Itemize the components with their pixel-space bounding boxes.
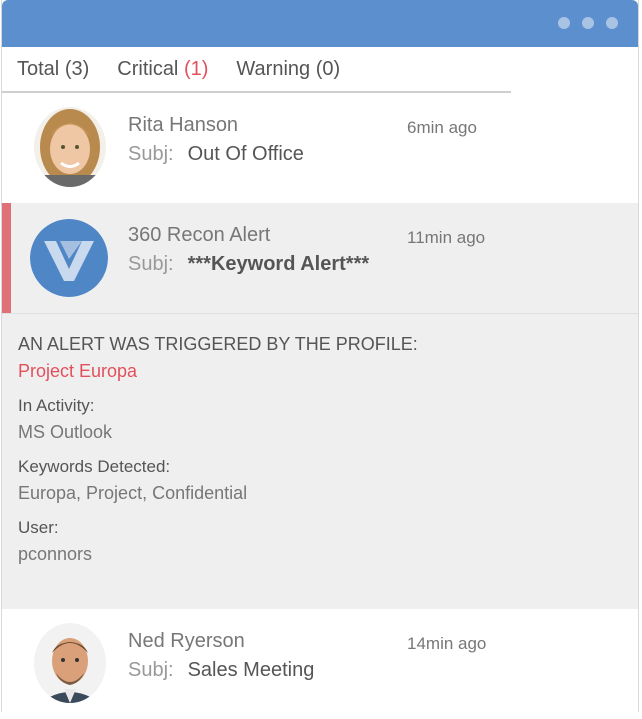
tab-count: (0) — [315, 57, 341, 80]
subject-line: Subj: Sales Meeting — [128, 659, 314, 682]
sender-name: Ned Ryerson — [128, 630, 245, 652]
timestamp: 14min ago — [407, 634, 487, 653]
activity-label: In Activity: — [18, 396, 95, 415]
filter-tabs: Total (3) Critical (1) Warning (0) — [2, 47, 511, 93]
dot-icon — [606, 17, 618, 29]
critical-indicator — [2, 203, 11, 313]
subject-label: Subj: — [128, 659, 174, 681]
subject-text: ***Keyword Alert*** — [187, 253, 370, 275]
recon-logo-icon — [30, 219, 108, 297]
user-label: User: — [18, 518, 59, 537]
subject-text: Sales Meeting — [187, 659, 315, 681]
subject-label: Subj: — [128, 253, 174, 275]
dot-icon — [558, 17, 570, 29]
subject-line: Subj: Out Of Office — [128, 143, 304, 166]
title-bar — [2, 0, 638, 47]
profile-link[interactable]: Project Europa — [18, 361, 622, 382]
tab-label: Total — [17, 57, 60, 80]
subject-text: Out Of Office — [187, 143, 304, 165]
window-menu-dots[interactable] — [558, 17, 618, 29]
sender-name: 360 Recon Alert — [128, 224, 271, 246]
avatar — [34, 107, 106, 187]
sender-name: Rita Hanson — [128, 114, 239, 136]
tab-total[interactable]: Total (3) — [17, 58, 89, 81]
tab-label: Critical — [117, 57, 179, 80]
timestamp: 11min ago — [407, 228, 486, 247]
alerts-window: Total (3) Critical (1) Warning (0) Rita … — [1, 0, 639, 719]
activity-value: MS Outlook — [18, 422, 113, 442]
avatar — [34, 623, 106, 703]
tab-critical[interactable]: Critical (1) — [117, 58, 208, 81]
tab-count: (3) — [64, 57, 90, 80]
timestamp: 6min ago — [407, 118, 477, 137]
message-item[interactable]: Ned Ryerson 14min ago Subj: Sales Meeting — [2, 609, 638, 719]
message-item[interactable]: Rita Hanson 6min ago Subj: Out Of Office — [2, 93, 638, 203]
tab-warning[interactable]: Warning (0) — [236, 58, 340, 81]
keywords-value: Europa, Project, Confidential — [18, 483, 248, 503]
alert-detail-panel: AN ALERT WAS TRIGGERED BY THE PROFILE: P… — [2, 313, 638, 609]
alert-heading: AN ALERT WAS TRIGGERED BY THE PROFILE: — [18, 334, 418, 354]
dot-icon — [582, 17, 594, 29]
subject-label: Subj: — [128, 143, 174, 165]
tab-label: Warning — [236, 57, 311, 80]
user-value: pconnors — [18, 544, 93, 564]
message-item-selected[interactable]: 360 Recon Alert 11min ago Subj: ***Keywor… — [2, 203, 638, 313]
tab-count: (1) — [183, 57, 209, 80]
keywords-label: Keywords Detected: — [18, 457, 171, 476]
subject-line: Subj: ***Keyword Alert*** — [128, 253, 369, 276]
